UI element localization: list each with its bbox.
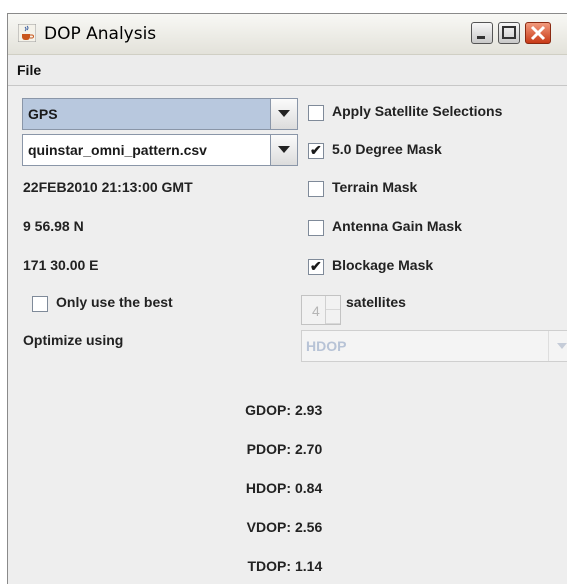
dop-row-tdop: TDOP: 1.14 xyxy=(198,558,418,578)
dop-row-hdop: HDOP: 0.84 xyxy=(198,480,418,500)
spinner-down-icon[interactable] xyxy=(326,310,340,324)
terrain-mask-checkbox[interactable] xyxy=(308,181,324,197)
maximize-button[interactable] xyxy=(498,22,520,44)
spinner-up-icon[interactable] xyxy=(326,296,340,310)
blockage-mask-checkbox[interactable]: ✔ xyxy=(308,258,324,275)
optimize-select: HDOP xyxy=(301,330,567,362)
chevron-down-icon xyxy=(557,343,567,349)
degree-mask-checkbox[interactable]: ✔ xyxy=(308,142,324,159)
satellites-count: 4 xyxy=(312,303,320,319)
title-bar[interactable]: DOP Analysis xyxy=(8,14,567,55)
dop-value: 2.70 xyxy=(295,441,323,457)
pattern-file-value: quinstar_omni_pattern.csv xyxy=(28,142,207,158)
checkmark-icon: ✔ xyxy=(310,258,322,274)
menu-file[interactable]: File xyxy=(17,62,41,78)
datetime-label: 22FEB2010 21:13:00 GMT xyxy=(23,179,193,195)
chevron-down-icon xyxy=(278,110,290,117)
main-panel: GPS quinstar_omni_pattern.csv 22FEB2010 … xyxy=(8,86,567,584)
apply-selections-label: Apply Satellite Selections xyxy=(332,103,503,119)
dop-value: 0.84 xyxy=(295,480,323,496)
minimize-icon xyxy=(477,36,485,39)
dop-row-pdop: PDOP: 2.70 xyxy=(198,441,418,461)
dop-row-vdop: VDOP: 2.56 xyxy=(198,519,418,539)
dop-key: VDOP: xyxy=(246,519,291,535)
dop-value: 2.93 xyxy=(295,402,323,418)
constellation-value: GPS xyxy=(28,106,58,122)
dop-key: TDOP: xyxy=(247,558,291,574)
antenna-gain-mask-checkbox[interactable] xyxy=(308,220,324,236)
satellites-spinner[interactable]: 4 xyxy=(301,295,341,325)
close-button[interactable] xyxy=(525,22,551,44)
dop-key: GDOP: xyxy=(245,402,291,418)
java-cup-icon xyxy=(18,24,36,42)
spinner-buttons[interactable] xyxy=(325,296,340,324)
dop-key: PDOP: xyxy=(246,441,291,457)
menu-bar: File xyxy=(8,55,567,86)
dop-value: 1.14 xyxy=(295,558,323,574)
blockage-mask-label: Blockage Mask xyxy=(332,257,434,273)
only-best-checkbox[interactable] xyxy=(32,296,48,312)
close-icon xyxy=(530,25,546,41)
optimize-dropdown-button xyxy=(548,331,567,361)
minimize-button[interactable] xyxy=(471,22,493,44)
pattern-file-select[interactable]: quinstar_omni_pattern.csv xyxy=(22,134,298,166)
dop-value: 2.56 xyxy=(295,519,323,535)
terrain-mask-label: Terrain Mask xyxy=(332,179,418,195)
latitude-label: 9 56.98 N xyxy=(23,218,84,234)
apply-selections-checkbox[interactable] xyxy=(308,105,324,121)
checkmark-icon: ✔ xyxy=(310,142,322,158)
satellites-label: satellites xyxy=(346,294,406,310)
maximize-icon xyxy=(502,26,516,39)
only-best-label: Only use the best xyxy=(56,294,173,310)
dop-key: HDOP: xyxy=(245,480,291,496)
degree-mask-label: 5.0 Degree Mask xyxy=(332,141,442,157)
constellation-select[interactable]: GPS xyxy=(22,98,298,130)
optimize-value: HDOP xyxy=(306,338,347,354)
window-title: DOP Analysis xyxy=(44,24,157,44)
constellation-dropdown-button[interactable] xyxy=(270,99,297,129)
longitude-label: 171 30.00 E xyxy=(23,257,99,273)
dop-analysis-window: DOP Analysis File GPS quinstar_omni_patt… xyxy=(7,13,567,584)
pattern-file-dropdown-button[interactable] xyxy=(270,135,297,165)
dop-row-gdop: GDOP: 2.93 xyxy=(198,402,418,422)
chevron-down-icon xyxy=(278,146,290,153)
antenna-gain-mask-label: Antenna Gain Mask xyxy=(332,218,462,234)
optimize-label: Optimize using xyxy=(23,332,124,348)
